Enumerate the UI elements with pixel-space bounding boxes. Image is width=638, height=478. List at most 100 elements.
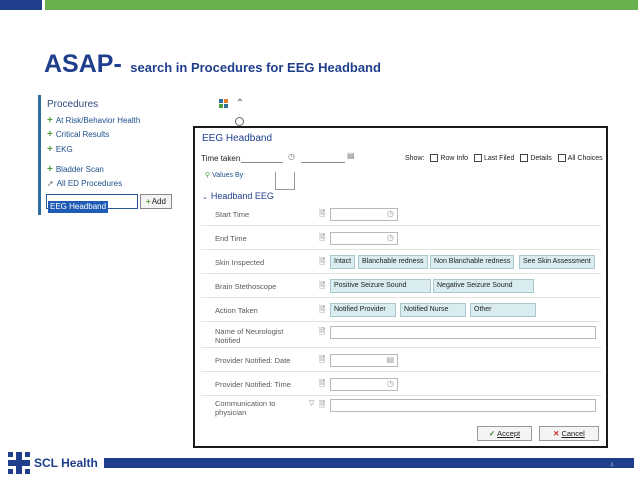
details-label: Details [530, 154, 552, 162]
show-options: Show: Row Info Last Filed Details All Ch… [405, 154, 603, 162]
end-time-label: End Time [215, 234, 247, 243]
calendar-icon[interactable]: ▤ [347, 151, 355, 160]
procedure-item[interactable]: + At Risk/Behavior Health [47, 115, 140, 126]
dropdown-popup [275, 172, 295, 190]
document-icon[interactable]: 🗎 [319, 354, 325, 368]
time-taken-date-input[interactable] [241, 152, 283, 163]
row-neurologist-name: Name of Neurologist Notified 🗎 [201, 322, 601, 348]
eeg-headband-dialog: EEG Headband Time taken: ◷ ▤ Show: Row I… [193, 126, 608, 448]
document-icon[interactable]: 🗎 [319, 280, 325, 294]
row-skin-inspected: Skin Inspected 🗎 Intact Blanchable redne… [201, 250, 601, 274]
row-start-time: Start Time 🗎 ◷ [201, 202, 601, 226]
action-option-nurse[interactable]: Notified Nurse [400, 303, 466, 317]
row-communication: Communication to physician ▽ 🗎 [201, 396, 601, 420]
scl-health-logo: SCL Health [8, 452, 98, 474]
start-time-label: Start Time [215, 210, 250, 219]
procedures-header-icons: ⌃ [219, 98, 244, 109]
plus-icon: + [146, 197, 151, 206]
document-icon[interactable]: 🗎 [319, 232, 325, 246]
slide-title: ASAP- search in Procedures for EEG Headb… [44, 50, 381, 79]
document-icon[interactable]: 🗎 [319, 304, 325, 318]
skin-inspected-label: Skin Inspected [215, 258, 265, 267]
add-button-label: Add [151, 197, 166, 206]
chevron-down-icon: ⌄ [202, 194, 208, 201]
brain-option-positive[interactable]: Positive Seizure Sound [330, 279, 431, 293]
calendar-icon[interactable]: ▤ [386, 355, 394, 364]
communication-input[interactable] [330, 399, 596, 412]
all-choices-label: All Choices [567, 154, 603, 162]
top-stripe [0, 0, 638, 10]
clock-icon[interactable]: ◷ [387, 209, 394, 218]
plus-icon: + [47, 164, 53, 175]
person-icon: ⚲ [205, 172, 211, 179]
row-info-label: Row Info [440, 154, 469, 162]
slide-title-sub: search in Procedures for EEG Headband [130, 60, 381, 75]
details-checkbox[interactable] [520, 154, 529, 162]
clock-icon[interactable]: ◷ [288, 152, 295, 161]
document-icon[interactable]: 🗎 [319, 399, 325, 413]
document-icon[interactable]: 🗎 [319, 208, 325, 222]
radio-icon[interactable] [235, 117, 244, 126]
procedure-item[interactable]: ➚ All ED Procedures [47, 179, 122, 188]
row-info-checkbox[interactable] [430, 154, 439, 162]
skin-option-see-assessment[interactable]: See Skin Assessment [519, 255, 595, 269]
action-taken-label: Action Taken [215, 306, 258, 315]
clock-icon[interactable]: ◷ [387, 233, 394, 242]
time-taken-time-input[interactable] [301, 152, 345, 163]
add-button[interactable]: +Add [140, 194, 172, 209]
action-option-other[interactable]: Other [470, 303, 536, 317]
section-header[interactable]: ⌄ Headband EEG [202, 191, 274, 201]
values-by-link[interactable]: ⚲ Values By [205, 171, 243, 179]
provider-date-label: Provider Notified: Date [215, 356, 291, 365]
action-option-provider[interactable]: Notified Provider [330, 303, 396, 317]
slide-title-main: ASAP- [44, 50, 122, 78]
document-icon[interactable]: 🗎 [319, 326, 325, 340]
skin-option-intact[interactable]: Intact [330, 255, 356, 269]
accept-label: Accept [497, 429, 521, 438]
filter-icon[interactable]: ▽ [309, 399, 314, 407]
procedure-item-label: At Risk/Behavior Health [55, 116, 141, 125]
procedure-item[interactable]: + Critical Results [47, 129, 109, 140]
dialog-title: EEG Headband [202, 133, 273, 144]
cancel-button[interactable]: ✕ Cancel [539, 426, 599, 441]
provider-date-input[interactable]: ▤ [330, 354, 398, 367]
plus-icon: + [47, 115, 53, 126]
section-title: Headband EEG [210, 191, 274, 201]
row-provider-time: Provider Notified: Time 🗎 ◷ [201, 372, 601, 396]
clock-icon[interactable]: ◷ [387, 379, 394, 388]
document-icon[interactable]: 🗎 [319, 378, 325, 392]
neurologist-name-input[interactable] [330, 326, 596, 339]
procedure-search-input[interactable]: EEG Headband [46, 194, 138, 213]
neurologist-name-label: Name of Neurologist Notified [215, 327, 284, 345]
pin-icon: ➚ [47, 179, 54, 188]
provider-time-input[interactable]: ◷ [330, 378, 398, 391]
footer-bar [104, 458, 634, 468]
procedure-item-label: All ED Procedures [56, 179, 123, 188]
show-label: Show: [405, 154, 425, 162]
skin-option-non-blanchable[interactable]: Non Blanchable redness [430, 255, 515, 269]
logo-cross-icon [8, 452, 30, 474]
procedure-item[interactable]: + Bladder Scan [47, 164, 104, 175]
row-action-taken: Action Taken 🗎 Notified Provider Notifie… [201, 298, 601, 322]
procedure-item[interactable]: + EKG [47, 144, 73, 155]
provider-time-label: Provider Notified: Time [215, 380, 291, 389]
start-time-input[interactable]: ◷ [330, 208, 398, 221]
procedure-item-label: Bladder Scan [55, 165, 104, 174]
brain-option-negative[interactable]: Negative Seizure Sound [433, 279, 534, 293]
all-choices-checkbox[interactable] [557, 154, 566, 162]
top-stripe-blue [0, 0, 42, 10]
plus-icon: + [47, 129, 53, 140]
grid-icon[interactable] [219, 98, 228, 108]
document-icon[interactable]: 🗎 [319, 256, 325, 270]
brain-stethoscope-label: Brain Stethoscope [215, 282, 277, 291]
last-filed-label: Last Filed [484, 154, 515, 162]
skin-option-blanchable[interactable]: Blanchable redness [358, 255, 428, 269]
cancel-label: Cancel [561, 429, 585, 438]
last-filed-checkbox[interactable] [474, 154, 482, 162]
chevron-up-icon[interactable]: ⌃ [236, 98, 244, 109]
accept-button[interactable]: ✓ Accept [477, 426, 532, 441]
plus-icon: + [47, 144, 53, 155]
end-time-input[interactable]: ◷ [330, 232, 398, 245]
values-by-label: Values By [212, 172, 244, 179]
logo-text: SCL Health [34, 456, 98, 470]
